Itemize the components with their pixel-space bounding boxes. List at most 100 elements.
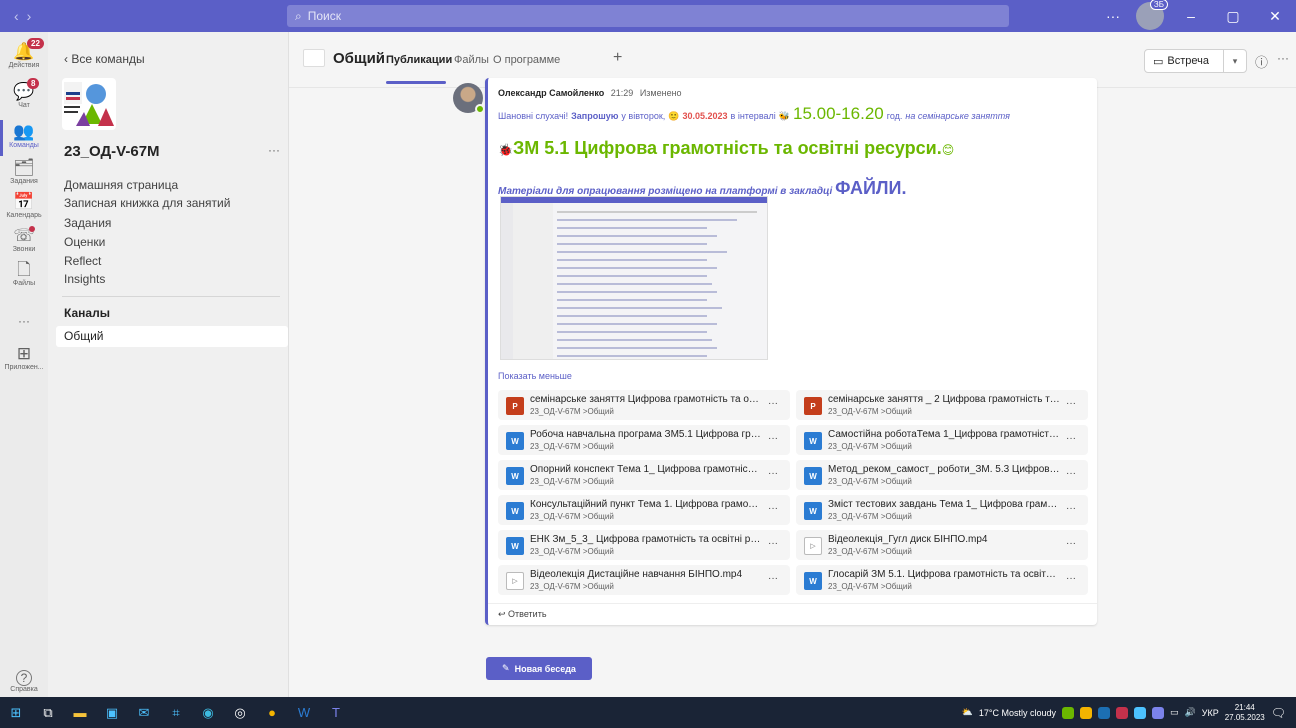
volume-icon[interactable]: 🔊 bbox=[1185, 707, 1196, 718]
search-input[interactable]: ⌕ Поиск bbox=[287, 5, 1009, 27]
embedded-screenshot[interactable] bbox=[500, 196, 768, 360]
task-view-icon[interactable]: ⧉ bbox=[32, 697, 64, 728]
file-attachment[interactable]: W Самостійна роботаТема 1_Цифрова грамотн… bbox=[796, 425, 1088, 455]
nav-home[interactable]: Домашняя страница bbox=[64, 178, 178, 192]
windows-taskbar: ⊞ ⧉ ▬ ▣ ✉ ⌗ ◉ ◎ ● W T ⛅ 17°C Mostly clou… bbox=[0, 697, 1296, 728]
tray-icon[interactable] bbox=[1080, 706, 1093, 719]
file-icon: 🗋 bbox=[17, 260, 31, 279]
tab-about[interactable]: О программе bbox=[493, 54, 560, 66]
info-icon[interactable]: ⓘ bbox=[1255, 52, 1268, 71]
edge-icon[interactable]: ◉ bbox=[192, 697, 224, 728]
file-more-button[interactable]: ··· bbox=[1066, 433, 1076, 444]
team-more-button[interactable]: ··· bbox=[268, 143, 280, 157]
file-more-button[interactable]: ··· bbox=[768, 573, 778, 584]
nav-class-notebook[interactable]: Записная книжка для занятий bbox=[64, 196, 230, 210]
file-explorer-icon[interactable]: ▬ bbox=[64, 697, 96, 728]
file-attachment[interactable]: W Опорний конспект Тема 1_ Цифрова грамот… bbox=[498, 460, 790, 490]
appbar-apps[interactable]: ⊞ Приложен... bbox=[0, 344, 48, 371]
file-more-button[interactable]: ··· bbox=[768, 538, 778, 549]
file-name: Самостійна роботаТема 1_Цифрова грамотні… bbox=[828, 429, 1060, 440]
new-conversation-button[interactable]: ✎ Новая беседа bbox=[486, 657, 592, 680]
file-more-button[interactable]: ··· bbox=[768, 433, 778, 444]
channel-general[interactable]: Общий bbox=[56, 326, 288, 347]
clock[interactable]: 21:44 27.05.2023 bbox=[1225, 703, 1265, 723]
tab-active-indicator bbox=[386, 81, 446, 84]
profile-avatar[interactable]: ЗБ bbox=[1136, 0, 1168, 30]
tray-icon[interactable] bbox=[1152, 706, 1165, 719]
file-name: Глосарій ЗМ 5.1. Цифрова грамотність та … bbox=[828, 569, 1060, 580]
tray-icon[interactable] bbox=[1116, 706, 1129, 719]
nav-insights[interactable]: Insights bbox=[64, 272, 105, 286]
appbar-teams[interactable]: 👥 Команды bbox=[0, 120, 48, 156]
file-more-button[interactable]: ··· bbox=[1066, 503, 1076, 514]
file-more-button[interactable]: ··· bbox=[768, 398, 778, 409]
chevron-down-icon[interactable]: ▾ bbox=[1224, 56, 1246, 67]
file-attachment[interactable]: W Робоча навчальна програма ЗМ5.1 Цифрова… bbox=[498, 425, 790, 455]
back-to-teams[interactable]: ‹ Все команды bbox=[64, 52, 145, 66]
header-more-button[interactable]: ··· bbox=[1277, 51, 1289, 65]
appbar-assignments[interactable]: 🗂 Задания bbox=[0, 158, 48, 185]
file-more-button[interactable]: ··· bbox=[1066, 468, 1076, 479]
nav-grades[interactable]: Оценки bbox=[64, 235, 105, 249]
emoji-icon: 😊 bbox=[941, 143, 955, 157]
nav-assignments[interactable]: Задания bbox=[64, 216, 111, 230]
tab-posts[interactable]: Публикации bbox=[386, 54, 452, 66]
tray-icon[interactable] bbox=[1062, 706, 1075, 719]
language-indicator[interactable]: УКР bbox=[1202, 708, 1219, 718]
minimize-button[interactable]: – bbox=[1170, 8, 1212, 24]
store-icon[interactable]: ▣ bbox=[96, 697, 128, 728]
file-path: 23_ОД-V-67М >Общий bbox=[828, 477, 912, 486]
teams-app-icon[interactable]: T bbox=[320, 697, 352, 728]
file-attachment[interactable]: Pсемінарське заняття _ 2 Цифрова грамотн… bbox=[796, 390, 1088, 420]
word-app-icon[interactable]: W bbox=[288, 697, 320, 728]
appbar-more[interactable]: ··· bbox=[0, 314, 48, 328]
appbar-chat[interactable]: 💬 8 Чат bbox=[0, 78, 48, 109]
meet-button[interactable]: ▭ Встреча ▾ bbox=[1144, 49, 1247, 73]
reply-button[interactable]: ↩ Ответить bbox=[488, 603, 1097, 625]
snip-icon[interactable]: ⌗ bbox=[160, 697, 192, 728]
file-attachment[interactable]: Pсемінарське заняття Цифрова грамотність… bbox=[498, 390, 790, 420]
settings-more-button[interactable]: ··· bbox=[1096, 8, 1130, 24]
network-icon[interactable]: ▭ bbox=[1170, 707, 1179, 718]
chrome-icon[interactable]: ● bbox=[256, 697, 288, 728]
file-attachment[interactable]: W Глосарій ЗМ 5.1. Цифрова грамотність та… bbox=[796, 565, 1088, 595]
nav-reflect[interactable]: Reflect bbox=[64, 254, 101, 268]
start-icon[interactable]: ⊞ bbox=[0, 697, 32, 728]
history-nav[interactable]: ‹› bbox=[14, 8, 74, 24]
file-attachment[interactable]: W Метод_реком_самост_ роботи_ЗМ. 5.3 Цифр… bbox=[796, 460, 1088, 490]
file-attachment[interactable]: ▷ Відеолекція_Гугл диск БІНПО.mp4 23_ОД-V-… bbox=[796, 530, 1088, 560]
back-arrow-icon[interactable]: ‹ bbox=[14, 8, 27, 24]
file-more-button[interactable]: ··· bbox=[1066, 538, 1076, 549]
appbar-calls[interactable]: ☏ Звонки bbox=[0, 226, 48, 253]
file-attachment[interactable]: W Консультаційний пункт Тема 1. Цифрова г… bbox=[498, 495, 790, 525]
record-icon[interactable]: ◎ bbox=[224, 697, 256, 728]
close-button[interactable]: ✕ bbox=[1254, 8, 1296, 25]
file-attachment[interactable]: ▷ Відеолекція Дистаційне навчання БІНПО.m… bbox=[498, 565, 790, 595]
file-attachment[interactable]: W ЕНК Зм_5_3_ Цифрова грамотність та осві… bbox=[498, 530, 790, 560]
maximize-button[interactable]: ▢ bbox=[1212, 8, 1254, 25]
appbar-label: Чат bbox=[18, 102, 30, 109]
notifications-icon[interactable]: 🗨 bbox=[1271, 706, 1286, 720]
appbar-files[interactable]: 🗋 Файлы bbox=[0, 260, 48, 287]
file-more-button[interactable]: ··· bbox=[768, 503, 778, 514]
file-more-button[interactable]: ··· bbox=[1066, 573, 1076, 584]
author-name[interactable]: Олександр Самойленко bbox=[498, 88, 604, 98]
add-tab-button[interactable]: + bbox=[613, 49, 622, 67]
file-name: семінарське заняття Цифрова грамотність … bbox=[530, 394, 762, 405]
tray-icon[interactable] bbox=[1098, 706, 1111, 719]
appbar-help[interactable]: ? Справка bbox=[0, 670, 48, 693]
forward-arrow-icon[interactable]: › bbox=[27, 8, 40, 24]
tray-icon[interactable] bbox=[1134, 706, 1147, 719]
title-bar: ‹› ⌕ Поиск ··· ЗБ – ▢ ✕ bbox=[0, 0, 1296, 32]
file-more-button[interactable]: ··· bbox=[768, 468, 778, 479]
appbar-activity[interactable]: 🔔 22 Действия bbox=[0, 38, 48, 69]
weather-text[interactable]: 17°C Mostly cloudy bbox=[979, 708, 1056, 718]
file-attachment[interactable]: W Зміст тестових завдань Тема 1_ Цифрова … bbox=[796, 495, 1088, 525]
file-more-button[interactable]: ··· bbox=[1066, 398, 1076, 409]
author-avatar[interactable] bbox=[453, 83, 485, 114]
appbar-calendar[interactable]: 📅 Календарь bbox=[0, 192, 48, 219]
avatar-badge: ЗБ bbox=[1149, 0, 1168, 10]
tab-files[interactable]: Файлы bbox=[454, 54, 489, 66]
mail-icon[interactable]: ✉ bbox=[128, 697, 160, 728]
show-less-link[interactable]: Показать меньше bbox=[498, 371, 572, 381]
